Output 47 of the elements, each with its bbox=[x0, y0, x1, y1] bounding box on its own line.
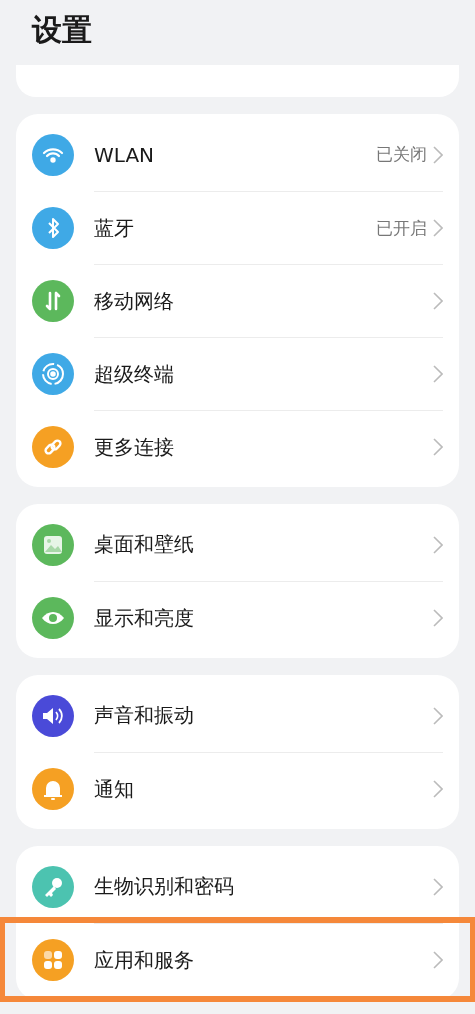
settings-row[interactable]: WLAN 已关闭 bbox=[16, 118, 459, 191]
chevron-icon bbox=[433, 145, 443, 164]
chevron-icon bbox=[433, 535, 443, 554]
bluetooth-icon bbox=[32, 206, 74, 249]
bell-icon bbox=[32, 767, 74, 810]
settings-row[interactable]: 蓝牙 已开启 bbox=[16, 191, 459, 264]
eye-icon bbox=[32, 596, 74, 639]
chevron-icon bbox=[433, 219, 443, 237]
setting-status: 已关闭 bbox=[376, 143, 427, 166]
setting-label: 显示和亮度 bbox=[94, 604, 195, 632]
chevron-icon bbox=[433, 951, 443, 969]
chevron-icon bbox=[433, 365, 443, 383]
chevron-icon bbox=[433, 438, 443, 456]
setting-label: 生物识别和密码 bbox=[94, 873, 235, 900]
setting-label: 蓝牙 bbox=[94, 214, 135, 242]
settings-row[interactable]: 显示和亮度 bbox=[16, 581, 459, 654]
settings-row[interactable]: 移动网络 bbox=[16, 264, 459, 337]
settings-row[interactable]: 声音和振动 bbox=[16, 679, 459, 752]
chevron-icon bbox=[433, 706, 443, 725]
setting-label: 声音和振动 bbox=[94, 702, 195, 729]
wifi-icon bbox=[32, 133, 74, 176]
arrows-icon bbox=[32, 279, 74, 322]
settings-row[interactable]: 更多连接 bbox=[16, 410, 459, 483]
setting-label: 通知 bbox=[94, 775, 135, 803]
chevron-icon bbox=[433, 780, 443, 798]
settings-row[interactable]: 通知 bbox=[16, 752, 459, 825]
target-icon bbox=[32, 352, 74, 395]
setting-status: 已开启 bbox=[376, 216, 427, 240]
setting-label: 更多连接 bbox=[94, 433, 175, 461]
page-title: 设置 bbox=[32, 11, 93, 49]
link-icon bbox=[32, 425, 74, 468]
settings-row[interactable]: 超级终端 bbox=[16, 337, 459, 410]
speaker-icon bbox=[32, 694, 74, 737]
grid-icon bbox=[32, 938, 74, 981]
setting-label: 应用和服务 bbox=[94, 946, 195, 974]
settings-row[interactable]: 应用和服务 bbox=[5, 923, 470, 996]
setting-label: 桌面和壁纸 bbox=[94, 531, 195, 558]
settings-row[interactable]: 桌面和壁纸 bbox=[16, 508, 459, 581]
chevron-icon bbox=[433, 292, 443, 310]
chevron-icon bbox=[433, 877, 443, 896]
chevron-icon bbox=[433, 609, 443, 627]
setting-label: WLAN bbox=[94, 142, 156, 167]
setting-label: 超级终端 bbox=[94, 360, 175, 388]
setting-label: 移动网络 bbox=[94, 287, 175, 315]
key-icon bbox=[32, 865, 74, 908]
settings-row[interactable]: 生物识别和密码 bbox=[16, 850, 459, 923]
image-icon bbox=[32, 523, 74, 566]
